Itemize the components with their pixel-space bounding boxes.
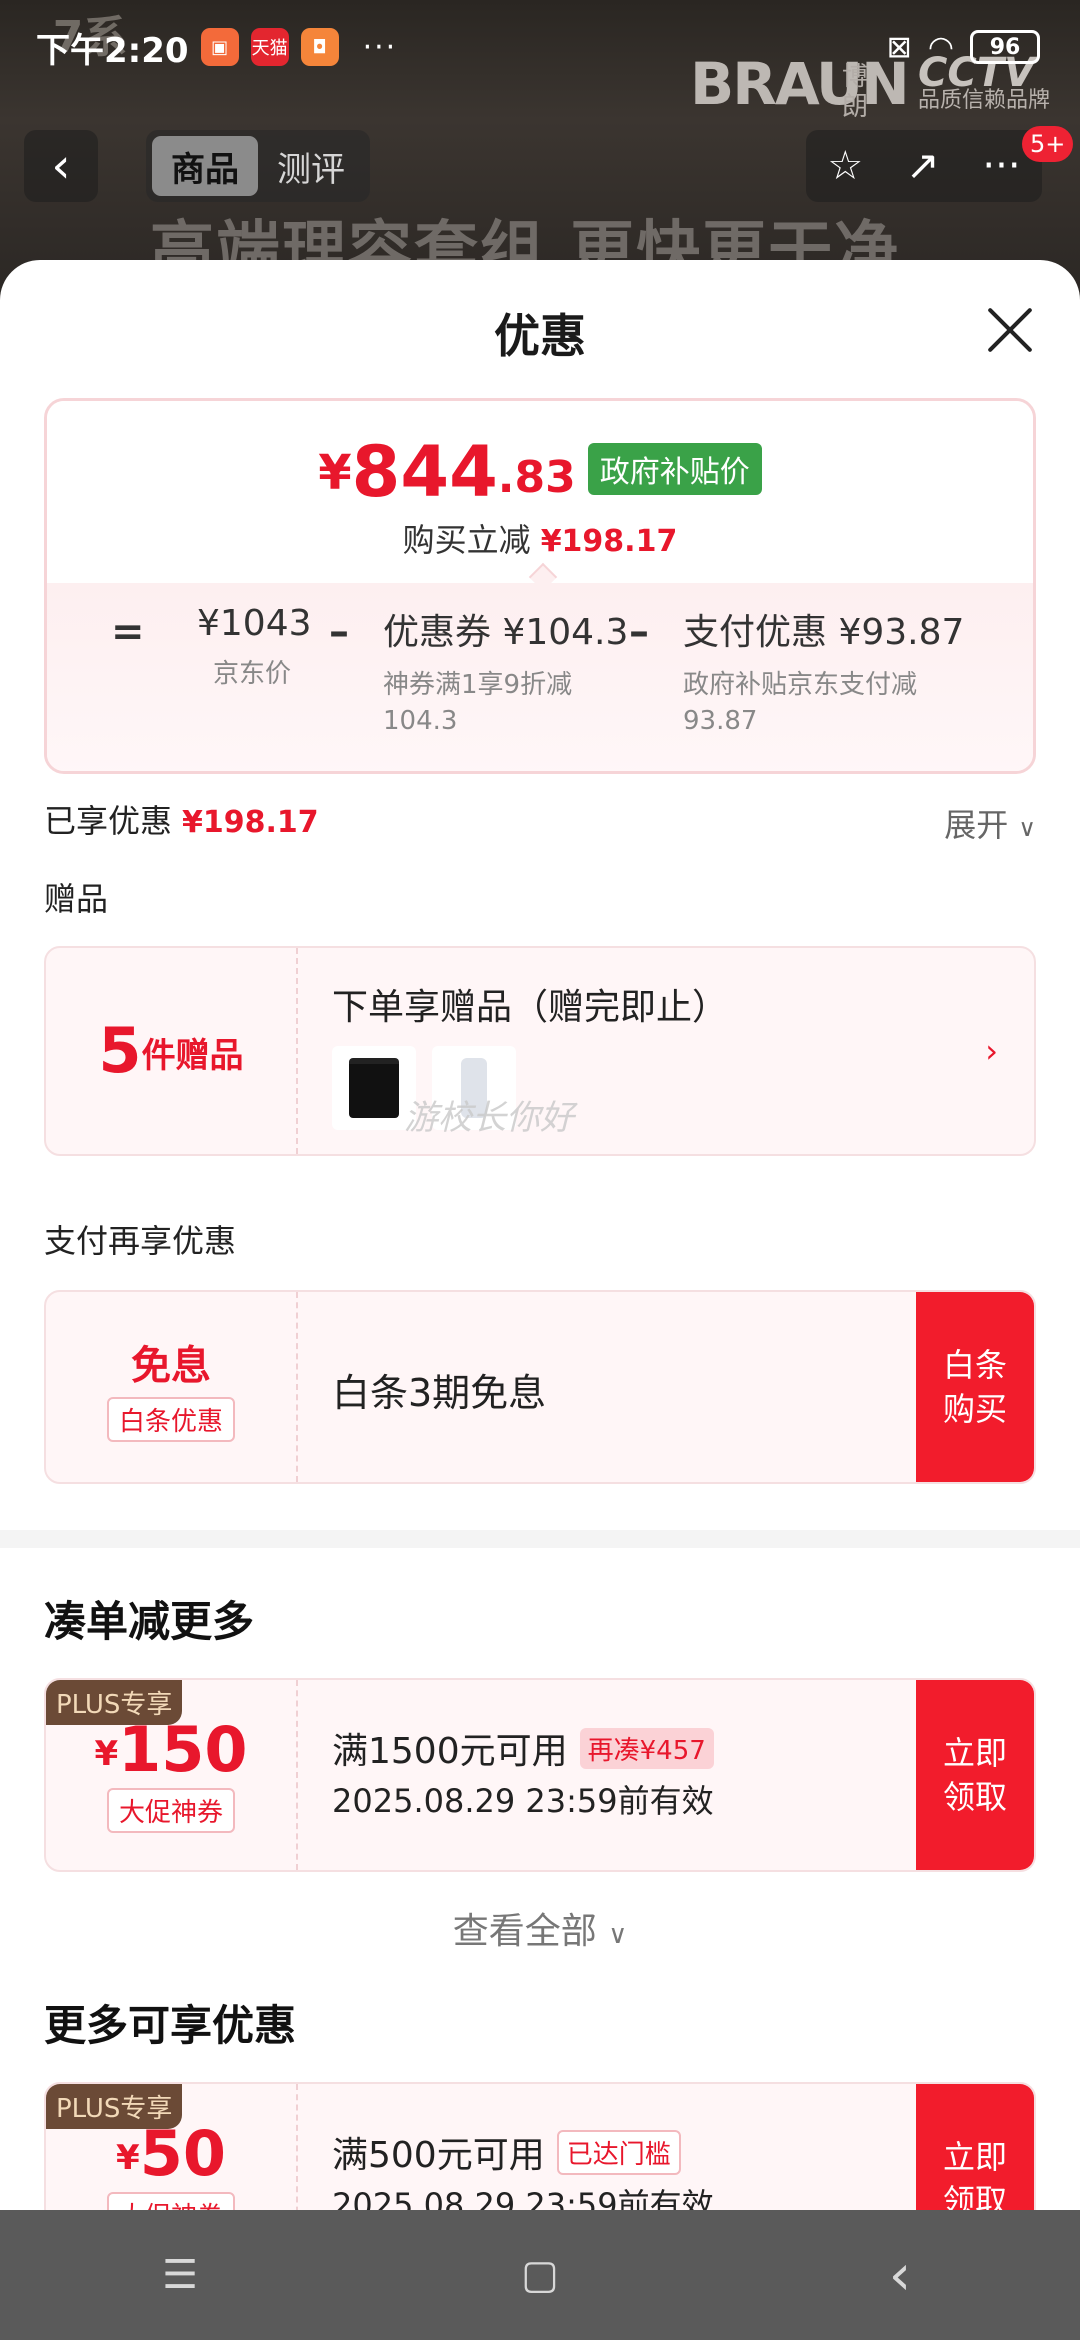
price-formula: = ¥1043 京东价 – 优惠券 ¥104.3 神券满1享9折减 104.3 … [47,583,1033,771]
plus-badge: PLUS专享 [46,1680,183,1725]
minus-sign: – [629,609,649,655]
shopping-bag-icon: ◘ [300,28,339,66]
payment-discount-item: 支付优惠 ¥93.87 政府补贴京东支付减 93.87 [683,612,965,736]
watermark: 游校长你好 [404,1098,574,1138]
baitiao-text: 白条3期免息 [332,1371,547,1415]
more-section-title: 更多可享优惠 [44,2001,297,2050]
gift-title: 下单享赠品（赠完即止） [332,987,729,1028]
coupon-amount: ¥50 [116,2116,226,2190]
pay-section-title: 支付再享优惠 [44,1222,237,1260]
price-integer: 844 [351,431,498,513]
instant-discount-amount: ¥198.17 [540,524,678,559]
back-icon[interactable]: ‹ [850,2243,950,2308]
final-price: ¥ 844 .83 政府补贴价 [47,437,1033,507]
top-actions: ☆ ↗ ··· [806,130,1042,202]
more-notifications-icon: ··· [362,29,398,65]
coupon-type-tag: 大促神券 [106,1787,235,1833]
coupon-amount: ¥150 [94,1712,248,1786]
price-decimal: .83 [497,452,576,503]
interest-free-label: 免息 [131,1342,211,1389]
instant-discount: 购买立减 ¥198.17 [402,521,678,559]
price-breakdown-card: ¥ 844 .83 政府补贴价 购买立减 ¥198.17 = ¥1043 京东价 … [44,398,1036,774]
tab-product[interactable]: 商品 [152,136,258,196]
saved-amount: ¥198.17 [182,805,319,840]
status-bar: 下午2:20 ▣ 天猫 ◘ ··· ⊠ ◠ 96 [36,22,1040,72]
claim-coupon-button[interactable]: 立即领取 [916,2084,1034,2210]
view-all-button[interactable]: 查看全部 ∨ [0,1902,1080,1954]
minus-sign: – [329,609,349,655]
coupon-type-tag: 大促神券 [106,2191,235,2210]
menu-icon[interactable]: ☰ [130,2252,230,2298]
gov-subsidy-tag: 政府补贴价 [587,443,762,495]
tmall-icon: 天猫 [250,28,289,66]
status-time: 下午2:20 [36,30,189,71]
coupon-item: 优惠券 ¥104.3 神券满1享9折减 104.3 [383,612,629,736]
jd-price-item: ¥1043 京东价 [197,603,312,689]
message-badge: 5+ [1022,126,1074,162]
add-more-pill: 再凑¥457 [579,1727,714,1769]
expand-button[interactable]: 展开 ∨ [944,800,1036,846]
chevron-down-icon: ∨ [608,1920,628,1950]
coupon-condition: 满500元可用 [332,2135,545,2176]
claim-coupon-button[interactable]: 立即领取 [916,1680,1034,1870]
battery-icon: 96 [970,30,1040,64]
tab-switcher: 商品 测评 [146,130,370,202]
more-coupon-card: ¥50 大促神券 PLUS专享 满500元可用已达门槛 2025.08.29 2… [44,2082,1036,2210]
combo-coupon-card: ¥150 大促神券 PLUS专享 满1500元可用 再凑¥457 2025.08.… [44,1678,1036,1872]
baitiao-tag: 白条优惠 [106,1396,235,1442]
combo-section-title: 凑单减更多 [44,1597,255,1646]
notification-app-icon: ▣ [200,28,239,66]
system-nav-bar: ☰ ▢ ‹ [0,2210,1080,2340]
sheet-title: 优惠 [494,309,586,363]
coupon-expiry: 2025.08.29 23:59前有效 [332,2186,714,2210]
threshold-met-pill: 已达门槛 [556,2129,681,2175]
home-icon[interactable]: ▢ [490,2252,590,2298]
sim-icon: ⊠ [886,29,912,65]
gift-count: 5 件赠品 [46,948,298,1154]
baitiao-card: 免息 白条优惠 白条3期免息 白条购买 [44,1290,1036,1484]
star-icon[interactable]: ☆ [827,143,863,189]
coupon-expiry: 2025.08.29 23:59前有效 [332,1782,714,1820]
saved-discount: 已享优惠 ¥198.17 [44,802,319,840]
share-icon[interactable]: ↗ [906,143,940,189]
coupon-condition: 满1500元可用 [332,1731,568,1772]
gifts-section-title: 赠品 [44,880,109,918]
discount-sheet: 优惠 ¥ 844 .83 政府补贴价 购买立减 ¥198.17 = ¥1043 京… [0,260,1080,2210]
cctv-sub-label: 品质信赖品牌 [918,88,1051,113]
section-divider [0,1530,1080,1548]
close-icon[interactable] [984,304,1036,356]
bag-icon [349,1058,399,1118]
equals-sign: = [111,609,145,655]
plus-badge: PLUS专享 [46,2084,183,2129]
tab-review[interactable]: 测评 [258,136,364,196]
chevron-down-icon: ∨ [1018,814,1036,842]
back-button[interactable]: ‹ [24,130,98,202]
chevron-right-icon: › [985,1032,998,1070]
more-icon[interactable]: ··· [982,143,1020,189]
baitiao-buy-button[interactable]: 白条购买 [916,1292,1034,1482]
wifi-icon: ◠ [927,29,954,65]
